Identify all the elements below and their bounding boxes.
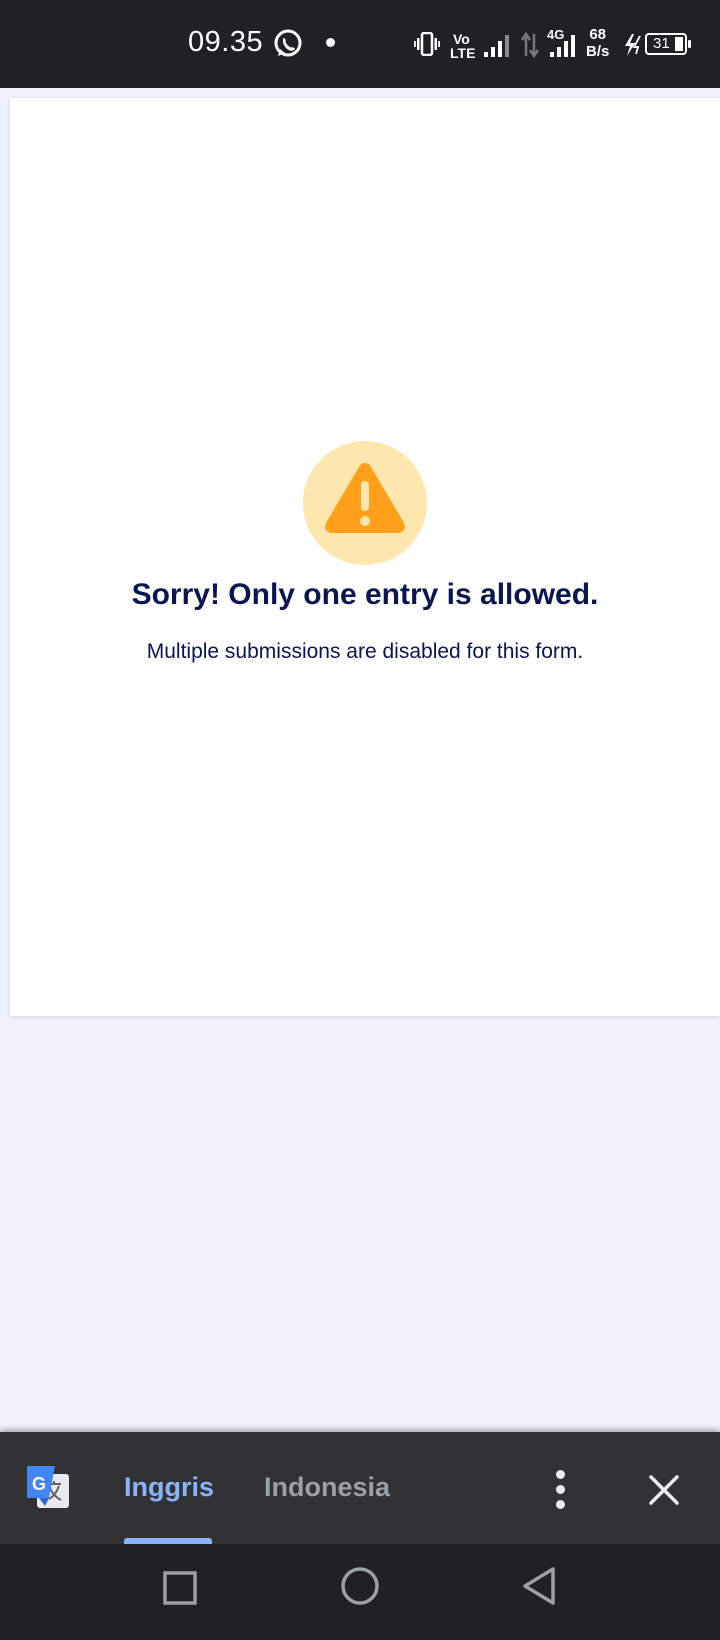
charging-icon <box>624 34 642 61</box>
network-speed: 68 B/s <box>586 26 609 60</box>
volte-top: Vo <box>453 31 470 47</box>
status-bar: 09.35 Vo LTE 4G 68 B/s 31 <box>0 0 720 88</box>
svg-text:G: G <box>32 1474 46 1494</box>
signal-icon <box>484 32 512 63</box>
vibrate-icon <box>414 31 440 61</box>
clock: 09.35 <box>188 26 264 58</box>
google-translate-icon[interactable]: G <box>25 1464 71 1515</box>
notification-dot <box>326 38 335 47</box>
back-icon[interactable] <box>520 1566 560 1611</box>
home-icon[interactable] <box>340 1566 380 1611</box>
speed-unit: B/s <box>586 43 610 60</box>
message-title: Sorry! Only one entry is allowed. <box>131 578 599 611</box>
battery-level: 31 <box>653 35 670 52</box>
data-arrows-icon <box>520 31 540 63</box>
signal-4g-icon <box>550 32 580 63</box>
tab-target-language[interactable]: Indonesia <box>264 1472 390 1503</box>
navigation-bar <box>0 1544 720 1640</box>
recents-icon[interactable] <box>162 1570 198 1611</box>
message-card: Sorry! Only one entry is allowed. Multip… <box>10 98 720 1016</box>
tab-source-language[interactable]: Inggris <box>124 1472 214 1503</box>
speed-value: 68 <box>589 26 607 43</box>
volte-bottom: LTE <box>450 45 476 61</box>
message-subtitle: Multiple submissions are disabled for th… <box>146 640 584 663</box>
close-icon[interactable] <box>646 1472 682 1508</box>
warning-icon <box>325 463 405 533</box>
translate-bar: G Inggris Indonesia <box>0 1432 720 1544</box>
battery-icon: 31 <box>645 33 691 55</box>
warning-badge <box>303 441 427 565</box>
whatsapp-icon <box>272 28 304 65</box>
battery-fill <box>675 37 683 51</box>
more-vert-icon[interactable] <box>548 1470 572 1510</box>
